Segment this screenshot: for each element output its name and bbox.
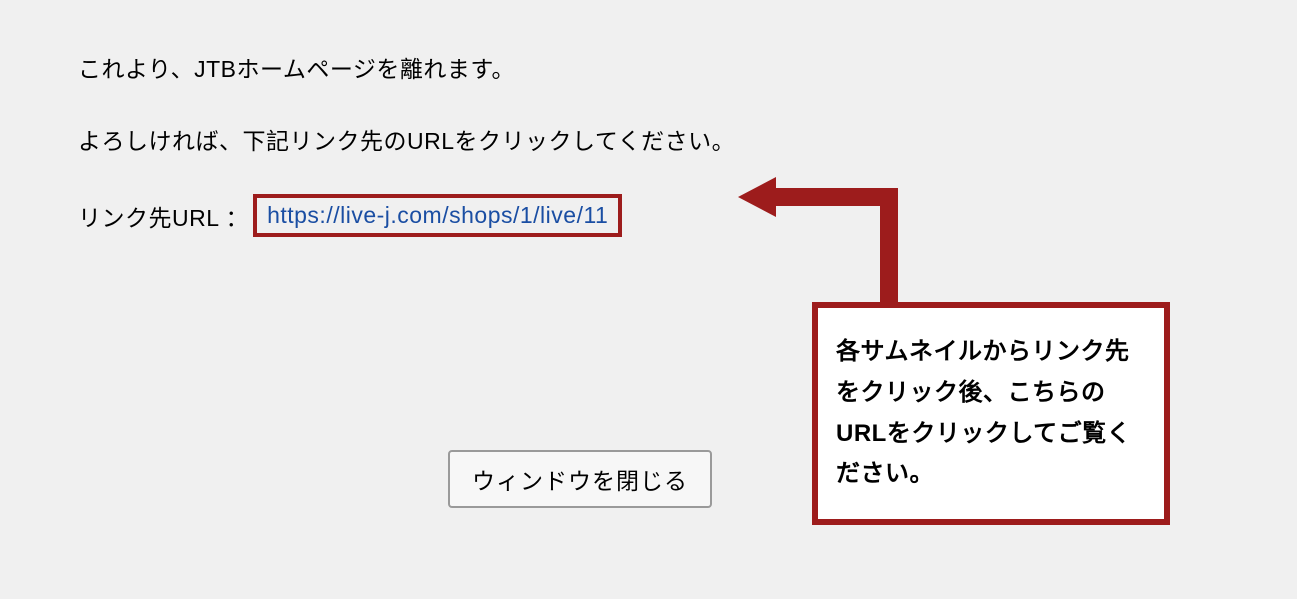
destination-url-link[interactable]: https://live-j.com/shops/1/live/11 [267,202,608,228]
dialog-content: これより、JTBホームページを離れます。 よろしければ、下記リンク先のURLをク… [0,0,1297,287]
instruction-callout: 各サムネイルからリンク先をクリック後、こちらのURLをクリックしてご覧ください。 [812,302,1170,525]
leave-message-1: これより、JTBホームページを離れます。 [78,50,1219,84]
url-row: リンク先URL ： https://live-j.com/shops/1/liv… [78,194,1219,237]
close-window-button[interactable]: ウィンドウを閉じる [448,450,712,508]
url-highlight-box: https://live-j.com/shops/1/live/11 [253,194,622,237]
leave-message-2: よろしければ、下記リンク先のURLをクリックしてください。 [78,122,1219,156]
url-label: リンク先URL ： [78,199,249,233]
